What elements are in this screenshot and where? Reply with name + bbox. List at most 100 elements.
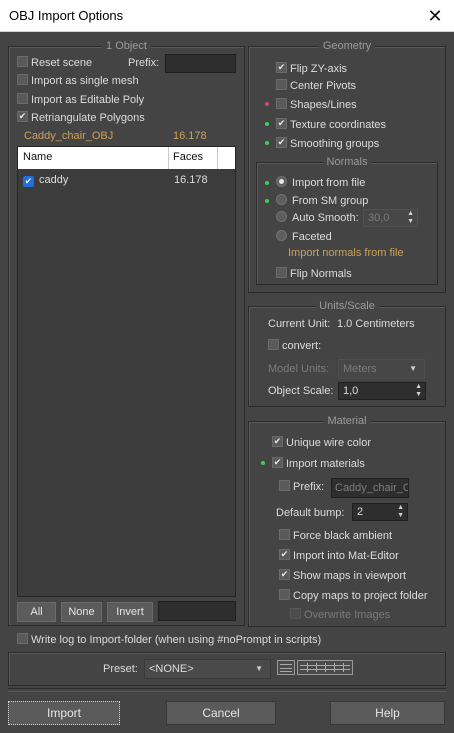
file-faces: 16.178 [173, 130, 207, 142]
close-icon[interactable]: ✕ [416, 0, 454, 32]
select-none-button[interactable]: None [61, 602, 102, 622]
unique-wire-color-label: Unique wire color [286, 437, 371, 449]
reset-scene-checkbox[interactable]: Reset scene [17, 55, 92, 71]
write-log-check-icon[interactable] [17, 633, 28, 644]
reset-scene-label: Reset scene [31, 57, 93, 69]
reset-scene-check-icon[interactable] [17, 56, 28, 67]
copy-maps-checkbox[interactable]: Copy maps to project folder [279, 588, 428, 604]
select-all-button[interactable]: All [17, 602, 56, 622]
texture-coordinates-checkbox[interactable]: Texture coordinates [276, 117, 386, 133]
import-from-file-radio-icon[interactable] [276, 176, 287, 187]
prefix-input[interactable] [165, 54, 236, 73]
smoothing-groups-check-icon[interactable] [276, 137, 287, 148]
list-item[interactable]: ✔ caddy 16.178 [18, 171, 235, 189]
default-bump-spinner[interactable]: 2 ▲ ▼ [352, 503, 408, 521]
model-units-dropdown[interactable]: Meters ▼ [338, 359, 425, 379]
import-normals-status-icon [265, 181, 269, 185]
import-mat-editor-checkbox[interactable]: Import into Mat-Editor [279, 548, 399, 564]
write-log-checkbox[interactable]: Write log to Import-folder (when using #… [17, 632, 321, 648]
unique-wire-color-check-icon[interactable] [272, 436, 283, 447]
import-editable-poly-checkbox[interactable]: Import as Editable Poly [17, 92, 144, 108]
texture-coordinates-check-icon[interactable] [276, 118, 287, 129]
material-prefix-checkbox[interactable]: Prefix: [279, 479, 324, 495]
material-prefix-check-icon[interactable] [279, 480, 290, 491]
flip-normals-checkbox[interactable]: Flip Normals [276, 266, 352, 282]
convert-check-icon[interactable] [268, 339, 279, 350]
units-group-title: Units/Scale [315, 300, 379, 312]
list-header: Name Faces [18, 147, 235, 169]
import-single-mesh-label: Import as single mesh [31, 75, 139, 87]
shapes-lines-checkbox[interactable]: Shapes/Lines [276, 97, 357, 113]
faceted-radio[interactable]: Faceted [276, 229, 332, 245]
force-black-ambient-checkbox[interactable]: Force black ambient [279, 528, 392, 544]
title-bar: OBJ Import Options ✕ [0, 0, 454, 32]
retriangulate-checkbox[interactable]: Retriangulate Polygons [17, 110, 145, 126]
unique-wire-color-checkbox[interactable]: Unique wire color [272, 435, 371, 451]
geometry-group-title: Geometry [318, 40, 376, 52]
overwrite-images-check-icon[interactable] [290, 608, 301, 619]
cancel-button[interactable]: Cancel [166, 701, 276, 725]
faceted-radio-icon[interactable] [276, 230, 287, 241]
spinner-arrows-icon[interactable]: ▲ ▼ [397, 504, 404, 520]
model-units-value: Meters [343, 363, 377, 375]
from-sm-group-label: From SM group [292, 195, 369, 207]
import-single-mesh-checkbox[interactable]: Import as single mesh [17, 73, 139, 89]
convert-checkbox[interactable]: convert: [268, 338, 321, 354]
object-list[interactable]: Name Faces ✔ caddy 16.178 [17, 146, 236, 597]
import-from-file-radio[interactable]: Import from file [276, 175, 365, 191]
material-group-title: Material [323, 415, 371, 427]
retriangulate-check-icon[interactable] [17, 111, 28, 122]
import-mat-editor-check-icon[interactable] [279, 549, 290, 560]
smoothing-groups-checkbox[interactable]: Smoothing groups [276, 136, 379, 152]
preset-save-icon[interactable] [277, 660, 295, 675]
auto-smooth-radio-icon[interactable] [276, 211, 287, 222]
chevron-down-icon: ▼ [409, 364, 417, 373]
import-materials-checkbox[interactable]: Import materials [272, 456, 365, 472]
preset-grid-icon[interactable] [297, 660, 353, 675]
material-prefix-input[interactable]: Caddy_chair_O [331, 478, 409, 498]
shapes-lines-check-icon[interactable] [276, 98, 287, 109]
row-name: caddy [39, 174, 69, 186]
column-name-header[interactable]: Name [23, 151, 52, 163]
import-editable-poly-check-icon[interactable] [17, 93, 28, 104]
import-button[interactable]: Import [8, 701, 120, 725]
preset-dropdown[interactable]: <NONE> ▼ [144, 659, 271, 679]
row-check-icon[interactable]: ✔ [23, 176, 34, 187]
flip-zy-checkbox[interactable]: Flip ZY-axis [276, 61, 347, 77]
spinner-arrows-icon[interactable]: ▲ ▼ [407, 210, 414, 226]
flip-normals-label: Flip Normals [290, 268, 352, 280]
shapes-lines-label: Shapes/Lines [290, 99, 357, 111]
show-maps-checkbox[interactable]: Show maps in viewport [279, 568, 406, 584]
from-sm-group-radio-icon[interactable] [276, 194, 287, 205]
copy-maps-label: Copy maps to project folder [293, 590, 428, 602]
model-units-label: Model Units: [268, 363, 330, 375]
status-bar [8, 688, 446, 692]
column-faces-header[interactable]: Faces [173, 151, 203, 163]
texture-coordinates-label: Texture coordinates [290, 119, 386, 131]
import-single-mesh-check-icon[interactable] [17, 74, 28, 85]
smoothing-status-icon [265, 141, 269, 145]
overwrite-images-checkbox[interactable]: Overwrite Images [290, 607, 390, 623]
auto-smooth-spinner[interactable]: 30,0 ▲ ▼ [363, 209, 418, 227]
object-scale-spinner[interactable]: 1,0 ▲ ▼ [338, 382, 426, 400]
force-black-ambient-check-icon[interactable] [279, 529, 290, 540]
from-sm-group-radio[interactable]: From SM group [276, 193, 368, 209]
import-materials-check-icon[interactable] [272, 457, 283, 468]
filter-input[interactable] [158, 601, 236, 621]
copy-maps-check-icon[interactable] [279, 589, 290, 600]
preset-label: Preset: [103, 663, 138, 675]
show-maps-label: Show maps in viewport [293, 570, 407, 582]
center-pivots-check-icon[interactable] [276, 79, 287, 90]
import-mat-editor-label: Import into Mat-Editor [293, 550, 399, 562]
flip-zy-check-icon[interactable] [276, 62, 287, 73]
help-button[interactable]: Help [330, 701, 445, 725]
normals-group-title: Normals [322, 156, 372, 168]
show-maps-check-icon[interactable] [279, 569, 290, 580]
current-unit-label: Current Unit: [268, 318, 331, 330]
center-pivots-checkbox[interactable]: Center Pivots [276, 78, 356, 94]
invert-selection-button[interactable]: Invert [107, 602, 153, 622]
auto-smooth-radio[interactable]: Auto Smooth: [276, 210, 359, 226]
window-title: OBJ Import Options [9, 8, 124, 23]
spinner-arrows-icon[interactable]: ▲ ▼ [415, 383, 422, 399]
flip-normals-check-icon[interactable] [276, 267, 287, 278]
